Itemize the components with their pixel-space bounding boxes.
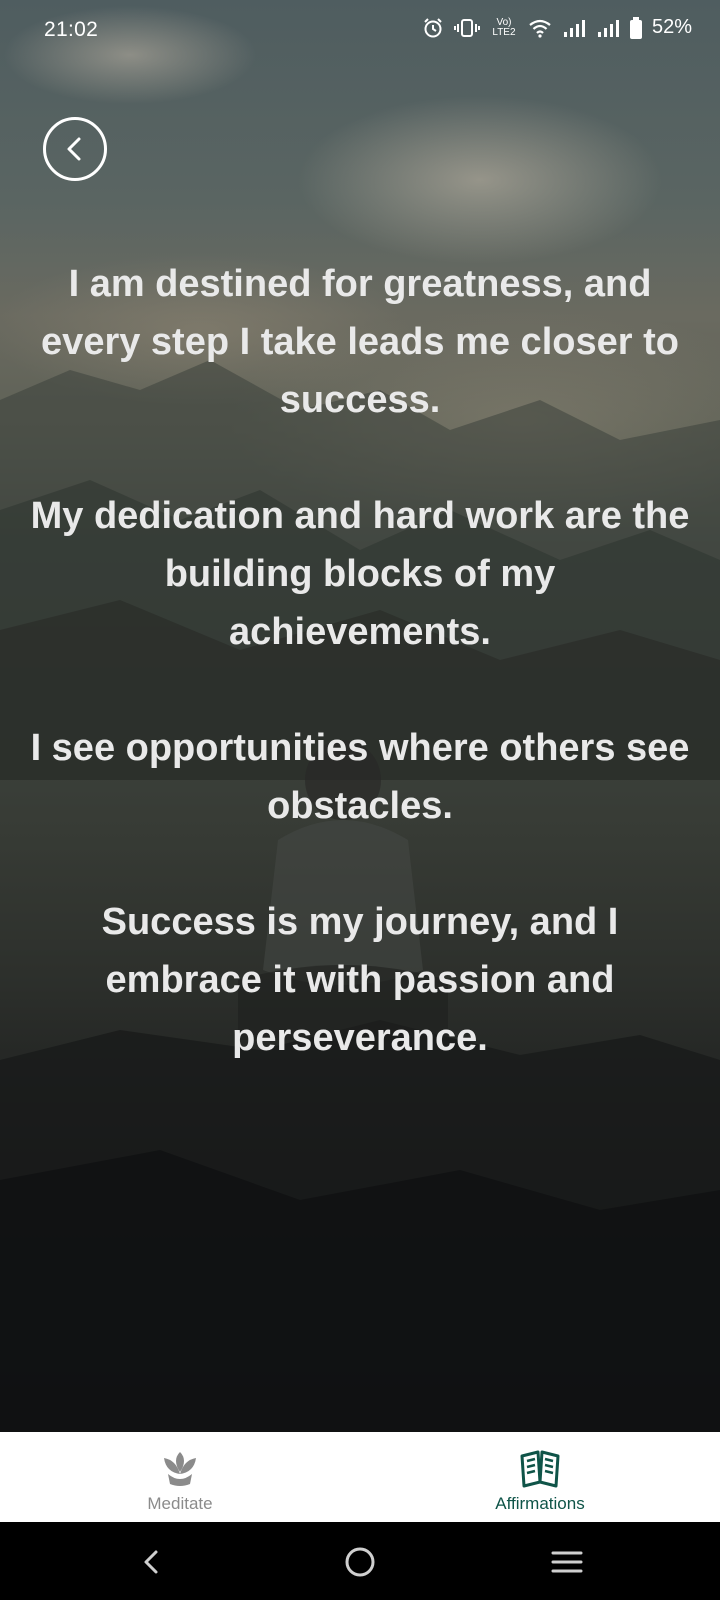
battery-percent: 52%: [651, 16, 692, 38]
tab-affirmations[interactable]: Affirmations: [360, 1432, 720, 1522]
status-bar: 21:02 Vo) LTE2 52%: [0, 0, 720, 62]
system-navigation-bar: [0, 1522, 720, 1600]
lotus-flower-icon: [164, 1452, 196, 1486]
home-nav-icon[interactable]: [338, 1540, 382, 1584]
recents-nav-icon[interactable]: [545, 1540, 589, 1584]
battery-icon: [629, 16, 642, 39]
open-book-icon: [520, 1450, 560, 1488]
chevron-left-icon: [67, 137, 81, 161]
affirmation-paragraph: Success is my journey, and I embrace it …: [101, 901, 619, 1059]
affirmation-paragraph: I see opportunities where others see obs…: [30, 727, 690, 827]
back-button[interactable]: [43, 117, 107, 181]
alarm-icon: [424, 17, 442, 37]
tab-meditate[interactable]: Meditate: [0, 1432, 360, 1522]
bottom-navigation: Meditate Affirmations: [0, 1432, 720, 1522]
signal-icon: [597, 19, 619, 37]
wifi-icon: [529, 19, 551, 38]
signal-icon: [563, 19, 585, 37]
affirmation-paragraph: I am destined for greatness, and every s…: [41, 263, 679, 421]
affirmations-screen: 21:02 Vo) LTE2 52% I am destined for gre…: [0, 0, 720, 1600]
vibrate-icon: [453, 18, 480, 37]
tab-label: Meditate: [147, 1494, 213, 1513]
status-time: 21:02: [44, 18, 99, 41]
status-icons: Vo) LTE2 52%: [422, 16, 692, 39]
affirmations-text: I am destined for greatness, and every s…: [30, 255, 690, 1125]
affirmation-paragraph: My dedication and hard work are the buil…: [30, 495, 690, 653]
back-nav-icon[interactable]: [130, 1540, 174, 1584]
tab-label: Affirmations: [495, 1494, 585, 1513]
volte-lte2-icon: Vo) LTE2: [492, 16, 516, 38]
